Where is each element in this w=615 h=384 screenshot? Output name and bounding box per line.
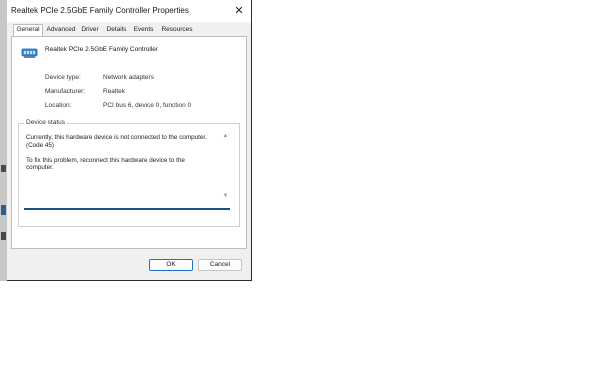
scroll-down-arrow-icon[interactable]: ▼: [222, 193, 229, 200]
manufacturer-value: Realtek: [103, 88, 126, 95]
properties-window: Realtek PCIe 2.5GbE Family Controller Pr…: [0, 0, 252, 281]
title-bar: Realtek PCIe 2.5GbE Family Controller Pr…: [7, 0, 251, 22]
device-name: Realtek PCIe 2.5GbE Family Controller: [45, 46, 159, 53]
tab-events[interactable]: Events: [131, 25, 156, 36]
device-status-text: Currently, this hardware device is not c…: [26, 134, 207, 171]
network-adapter-icon: [21, 48, 38, 58]
device-type-label: Device type:: [45, 74, 81, 81]
close-icon: ✕: [234, 4, 244, 17]
tab-resources[interactable]: Resources: [159, 25, 195, 36]
tab-general[interactable]: General: [13, 24, 43, 36]
tab-label: Resources: [161, 26, 193, 33]
ok-button-label: OK: [166, 261, 176, 268]
manufacturer-label: Manufacturer:: [45, 88, 86, 95]
edge-mark: [1, 205, 6, 215]
tab-advanced[interactable]: Advanced: [45, 25, 77, 36]
edge-mark: [1, 165, 6, 172]
cancel-button[interactable]: Cancel: [198, 259, 242, 271]
tab-label: Events: [133, 26, 154, 33]
tab-driver[interactable]: Driver: [79, 25, 101, 36]
device-properties-dialog: Realtek PCIe 2.5GbE Family Controller Pr…: [7, 0, 251, 280]
tab-strip: General Advanced Driver Details Events R…: [11, 24, 247, 36]
general-tab-panel: Realtek PCIe 2.5GbE Family Controller De…: [11, 36, 247, 249]
device-type-value: Network adapters: [103, 74, 154, 81]
edge-mark: [1, 232, 6, 240]
device-status-textbox[interactable]: Currently, this hardware device is not c…: [24, 132, 230, 210]
ok-button[interactable]: OK: [149, 259, 193, 271]
tab-details[interactable]: Details: [104, 25, 129, 36]
close-button[interactable]: ✕: [231, 2, 247, 18]
location-label: Location:: [45, 102, 72, 109]
background-window-edge: [0, 0, 7, 281]
device-status-legend: Device status: [24, 119, 68, 126]
cancel-button-label: Cancel: [209, 261, 231, 268]
location-value: PCI bus 6, device 0, function 0: [103, 102, 192, 109]
tab-label: Driver: [81, 26, 99, 33]
tab-label: General: [16, 26, 40, 33]
scroll-up-arrow-icon[interactable]: ▲: [222, 133, 229, 140]
tab-label: Details: [106, 26, 127, 33]
tab-label: Advanced: [46, 26, 76, 33]
dialog-title: Realtek PCIe 2.5GbE Family Controller Pr…: [11, 6, 189, 15]
device-status-group: Device status Currently, this hardware d…: [18, 119, 240, 227]
